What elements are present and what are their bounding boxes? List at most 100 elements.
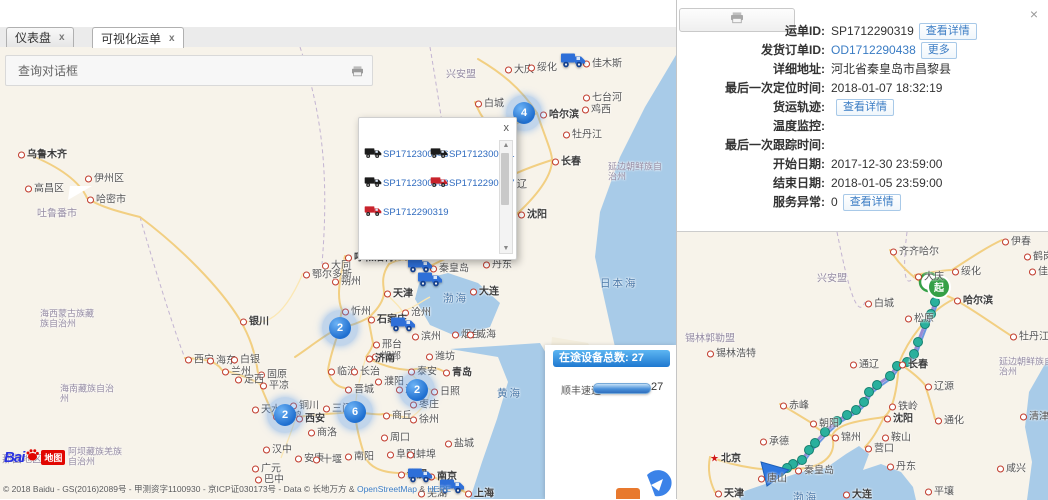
detail-row-value: 河北省秦皇岛市昌黎县 bbox=[831, 62, 951, 76]
query-collapse-icon[interactable] bbox=[351, 64, 364, 82]
route-point-marker[interactable] bbox=[914, 338, 923, 347]
map-city-label: 天津 bbox=[384, 285, 413, 300]
truck-marker[interactable] bbox=[560, 51, 586, 74]
map-city-label-text: 白城 bbox=[484, 99, 504, 110]
map-city-label-dot-icon bbox=[345, 255, 352, 262]
main-map[interactable]: 乌鲁木齐伊州区高昌区哈密市吐鲁番市海西蒙古族藏族自治州海南藏族自治州那曲地区阿坝… bbox=[0, 47, 676, 499]
order-id-link[interactable]: OD1712290438 bbox=[831, 43, 916, 57]
baidu-logo[interactable]: Bai 地图 bbox=[4, 447, 65, 467]
route-point-marker[interactable] bbox=[886, 372, 895, 381]
query-dialog-bar[interactable]: 查询对话框 bbox=[5, 55, 373, 86]
detail-row-label: 发货订单ID: bbox=[677, 41, 825, 60]
minimap-city-label-text: 秦皇岛 bbox=[804, 466, 834, 477]
detail-panel-close-icon[interactable]: × bbox=[1030, 6, 1038, 22]
minimap-city-label: 伊春 bbox=[1002, 233, 1031, 248]
vehicle-cluster-marker[interactable]: 2 bbox=[322, 310, 358, 346]
map-city-label-dot-icon bbox=[407, 452, 414, 459]
vehicle-cluster-marker[interactable]: 6 bbox=[337, 394, 373, 430]
map-city-label-text: 天津 bbox=[393, 289, 413, 300]
route-point-marker[interactable] bbox=[873, 381, 882, 390]
minimap-city-label: 承德 bbox=[760, 433, 789, 448]
tab-dashboard[interactable]: 仪表盘 x bbox=[6, 27, 74, 47]
map-city-label-text: 滨州 bbox=[421, 332, 441, 343]
detail-action-button[interactable]: 查看详情 bbox=[836, 99, 894, 116]
tab-dashboard-close-icon[interactable]: x bbox=[59, 32, 65, 43]
map-city-label: 银川 bbox=[240, 313, 269, 328]
popup-truck-item[interactable]: SP1712290319 bbox=[364, 198, 430, 227]
tab-visual-waybill-close-icon[interactable]: x bbox=[169, 33, 175, 44]
black-truck-icon bbox=[364, 146, 382, 164]
tab-bar: 仪表盘 x 可视化运单 x bbox=[0, 0, 676, 47]
map-city-label-dot-icon bbox=[387, 452, 394, 459]
popup-truck-item[interactable]: SP1712300051 bbox=[430, 140, 496, 169]
map-city-label-dot-icon bbox=[222, 369, 229, 376]
map-city-label: 威海 bbox=[467, 326, 496, 341]
cluster-count: 2 bbox=[406, 379, 428, 401]
detail-row-value: 0 bbox=[831, 195, 838, 209]
route-point-marker[interactable] bbox=[852, 406, 861, 415]
minimap-city-label: 朝阳 bbox=[810, 415, 839, 430]
minimap-city-label: 锡林浩特 bbox=[707, 345, 756, 360]
minimap-city-label-dot-icon bbox=[935, 418, 942, 425]
popup-close-icon[interactable]: x bbox=[504, 122, 510, 134]
minimap-city-label-dot-icon bbox=[890, 249, 897, 256]
minimap-city-label-text: 鹤岗 bbox=[1033, 252, 1048, 263]
route-point-marker[interactable] bbox=[805, 446, 814, 455]
scroll-up-icon[interactable]: ▲ bbox=[500, 142, 512, 149]
minimap-city-label-text: 赤峰 bbox=[789, 401, 809, 412]
map-city-label-dot-icon bbox=[235, 377, 242, 384]
minimap-city-label: 通化 bbox=[935, 412, 964, 427]
map-city-label-text: 威海 bbox=[476, 330, 496, 341]
minimap-city-label-dot-icon bbox=[715, 491, 722, 498]
vehicle-cluster-marker[interactable]: 2 bbox=[399, 372, 435, 408]
map-city-label: 周口 bbox=[381, 429, 410, 444]
route-point-marker[interactable] bbox=[860, 398, 869, 407]
detail-action-button[interactable]: 查看详情 bbox=[919, 23, 977, 40]
popup-truck-item[interactable]: SP1712300046 bbox=[364, 140, 430, 169]
detail-action-button[interactable]: 查看详情 bbox=[843, 194, 901, 211]
minimap-city-label: ★北京 bbox=[710, 450, 741, 465]
minimap-city-label-dot-icon bbox=[915, 274, 922, 281]
query-dialog-label: 查询对话框 bbox=[18, 62, 78, 79]
minimap-city-label: 牡丹江 bbox=[1010, 328, 1048, 343]
map-city-label-dot-icon bbox=[552, 159, 559, 166]
tab-visual-waybill[interactable]: 可视化运单 x bbox=[92, 27, 184, 48]
map-city-label-text: 大连 bbox=[479, 287, 499, 298]
minimap-city-label: 哈尔滨 bbox=[954, 292, 993, 307]
minimap-city-label-dot-icon bbox=[758, 476, 765, 483]
minimap-city-label-text: 松原 bbox=[914, 314, 934, 325]
popup-truck-item[interactable]: SP1712300063 bbox=[364, 169, 430, 198]
detail-row-value: 2018-01-05 23:59:00 bbox=[831, 176, 942, 190]
map-city-label: 白城 bbox=[475, 95, 504, 110]
route-point-marker[interactable] bbox=[843, 411, 852, 420]
popup-scrollbar[interactable]: ▲ ▼ bbox=[499, 140, 513, 254]
popup-truck-id: SP1712290319 bbox=[383, 207, 449, 218]
popup-truck-item[interactable]: SP1712290267 bbox=[430, 169, 496, 198]
truck-marker[interactable] bbox=[417, 270, 443, 293]
map-city-label-text: 潍坊 bbox=[435, 352, 455, 363]
scroll-thumb[interactable] bbox=[501, 153, 509, 205]
scroll-down-icon[interactable]: ▼ bbox=[500, 245, 512, 252]
cluster-count: 2 bbox=[274, 404, 296, 426]
truck-list-popup[interactable]: x SP1712300046SP1712300051SP1712300063SP… bbox=[358, 117, 517, 260]
detail-row: 服务异常:0查看详情 bbox=[677, 192, 1048, 211]
truck-marker[interactable] bbox=[390, 315, 416, 338]
route-minimap[interactable]: 起 伊春齐齐哈尔鹤岗佳木斯大庆绥化兴安盟白城松原哈尔滨牡丹江锡林郭勒盟锡林浩特通… bbox=[677, 231, 1048, 500]
map-city-label-dot-icon bbox=[445, 441, 452, 448]
map-city-label-dot-icon bbox=[505, 67, 512, 74]
map-city-label-dot-icon bbox=[313, 457, 320, 464]
map-city-label-dot-icon bbox=[351, 369, 358, 376]
map-city-label-dot-icon bbox=[528, 65, 535, 72]
minimap-city-label-text: 白城 bbox=[874, 299, 894, 310]
map-city-label-dot-icon bbox=[18, 152, 25, 159]
minimap-city-label-text: 大连 bbox=[852, 490, 872, 500]
minimap-city-label: 平壤 bbox=[925, 483, 954, 498]
here-link[interactable]: HERE bbox=[427, 484, 451, 494]
detail-action-button[interactable]: 更多 bbox=[921, 42, 957, 59]
osm-link[interactable]: OpenStreetMap bbox=[357, 484, 417, 494]
route-point-marker[interactable] bbox=[865, 388, 874, 397]
minimap-city-label-dot-icon bbox=[997, 466, 1004, 473]
map-city-label-dot-icon bbox=[240, 319, 247, 326]
vehicle-cluster-marker[interactable]: 2 bbox=[267, 397, 303, 433]
cluster-count: 2 bbox=[329, 317, 351, 339]
